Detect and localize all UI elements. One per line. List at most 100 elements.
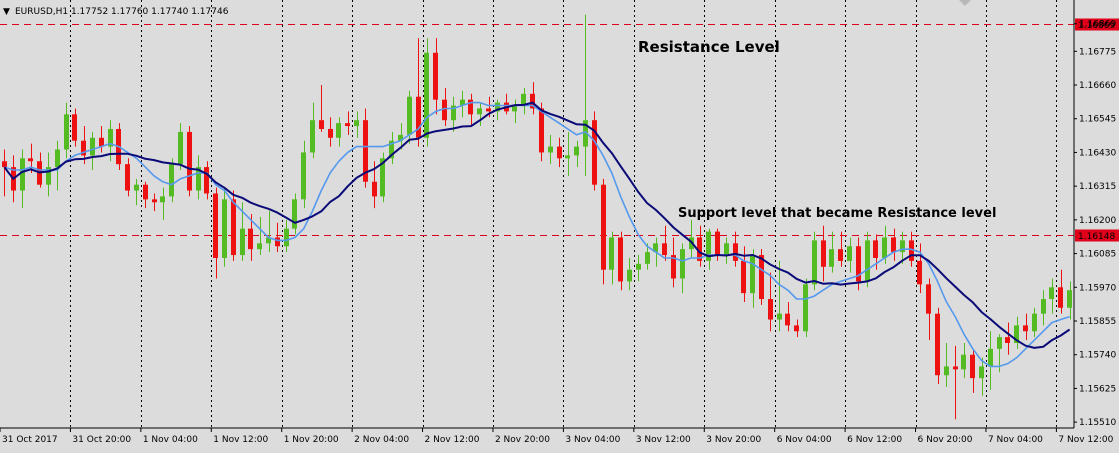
chart-header: ▼ EURUSD,H1 1.17752 1.17760 1.17740 1.17… bbox=[3, 7, 229, 17]
candle-body bbox=[891, 237, 896, 253]
candle-body bbox=[1032, 313, 1037, 332]
level-price-label: 1.16148 bbox=[1078, 232, 1115, 242]
x-tick-label: 1 Nov 12:00 bbox=[213, 435, 268, 445]
x-tick-label: 2 Nov 12:00 bbox=[425, 435, 480, 445]
y-tick-label: 1.16869 bbox=[1079, 20, 1116, 30]
candle-body bbox=[28, 158, 33, 162]
candle-body bbox=[292, 199, 297, 229]
candle bbox=[424, 38, 429, 147]
y-tick-label: 1.15625 bbox=[1079, 384, 1116, 394]
candle-body bbox=[715, 231, 720, 256]
chart-background bbox=[0, 0, 1119, 453]
x-tick-label: 3 Nov 20:00 bbox=[706, 435, 761, 445]
y-tick-label: 1.15970 bbox=[1079, 283, 1116, 293]
annotation-resistance-level: Resistance Level bbox=[638, 38, 780, 56]
candle-body bbox=[204, 167, 209, 194]
candle-body bbox=[768, 299, 773, 320]
candle-body bbox=[152, 199, 157, 203]
candle-body bbox=[416, 96, 421, 138]
candle bbox=[169, 158, 174, 203]
candle-body bbox=[944, 366, 949, 376]
candle-body bbox=[160, 196, 165, 203]
candle-body bbox=[248, 228, 253, 250]
candle-body bbox=[812, 240, 817, 285]
x-tick-label: 1 Nov 04:00 bbox=[143, 435, 198, 445]
candle-body bbox=[777, 313, 782, 320]
candle-body bbox=[917, 260, 922, 285]
candle-body bbox=[662, 243, 667, 256]
candle-body bbox=[143, 184, 148, 200]
candle-body bbox=[988, 348, 993, 367]
candle-body bbox=[169, 164, 174, 197]
price-chart: 1.168691.161481.168691.167751.166601.165… bbox=[0, 0, 1119, 453]
candle bbox=[363, 108, 368, 188]
x-tick-label: 31 Oct 2017 bbox=[2, 435, 58, 445]
candle-body bbox=[838, 249, 843, 261]
x-tick-label: 2 Nov 20:00 bbox=[495, 435, 550, 445]
candle-body bbox=[979, 366, 984, 379]
candle-body bbox=[609, 237, 614, 270]
x-tick-label: 6 Nov 12:00 bbox=[847, 435, 902, 445]
candle-body bbox=[275, 237, 280, 247]
candle-body bbox=[1067, 290, 1072, 308]
candle-body bbox=[336, 123, 341, 138]
candle-body bbox=[794, 325, 799, 332]
candle bbox=[592, 111, 597, 191]
candle-body bbox=[803, 284, 808, 332]
candle bbox=[187, 126, 192, 197]
candle-body bbox=[1005, 337, 1010, 343]
candle-body bbox=[433, 52, 438, 100]
candle-body bbox=[829, 249, 834, 267]
candle-body bbox=[935, 313, 940, 376]
x-tick-label: 7 Nov 12:00 bbox=[1058, 435, 1113, 445]
candle-body bbox=[310, 120, 315, 153]
y-tick-label: 1.15510 bbox=[1079, 418, 1116, 428]
candle-body bbox=[539, 108, 544, 153]
candle-body bbox=[1058, 287, 1063, 308]
y-tick-label: 1.16315 bbox=[1079, 182, 1116, 192]
x-tick-label: 3 Nov 12:00 bbox=[636, 435, 691, 445]
candle bbox=[803, 278, 808, 338]
chart-container: 1.16869 1.16148 1.16869 1.16775 1.16660 1.165… bbox=[0, 0, 1119, 453]
x-tick-label: 6 Nov 20:00 bbox=[918, 435, 973, 445]
candle-body bbox=[821, 240, 826, 267]
candle-body bbox=[1041, 299, 1046, 314]
y-tick-label: 1.16545 bbox=[1079, 115, 1116, 125]
annotation-support-text: Support level that became Resistance lev… bbox=[678, 206, 996, 221]
candle-body bbox=[1049, 287, 1054, 300]
candle bbox=[935, 307, 940, 385]
candle-body bbox=[873, 240, 878, 258]
candle-body bbox=[759, 255, 764, 300]
candle-body bbox=[222, 199, 227, 258]
candle bbox=[292, 193, 297, 235]
candle-body bbox=[882, 237, 887, 258]
candle-body bbox=[627, 269, 632, 282]
candle-body bbox=[372, 181, 377, 197]
candle-body bbox=[319, 120, 324, 129]
y-tick-label: 1.15855 bbox=[1079, 317, 1116, 327]
candle-body bbox=[557, 146, 562, 159]
candle-body bbox=[997, 337, 1002, 349]
candle-body bbox=[187, 131, 192, 191]
candle-body bbox=[328, 128, 333, 138]
candle-body bbox=[847, 246, 852, 261]
candle-body bbox=[90, 137, 95, 156]
candle-body bbox=[1023, 325, 1028, 332]
y-tick-label: 1.16430 bbox=[1079, 148, 1116, 158]
annotation-resistance-text: Resistance Level bbox=[638, 38, 780, 56]
x-tick-label: 1 Nov 20:00 bbox=[284, 435, 339, 445]
x-tick-label: 6 Nov 04:00 bbox=[777, 435, 832, 445]
candle-body bbox=[865, 240, 870, 282]
candle-body bbox=[301, 152, 306, 200]
candle-body bbox=[257, 243, 262, 250]
candle-body bbox=[55, 149, 60, 168]
candle-body bbox=[926, 284, 931, 314]
candle-body bbox=[574, 146, 579, 156]
candle-body bbox=[477, 108, 482, 115]
candle-body bbox=[20, 158, 25, 191]
y-tick-label: 1.16775 bbox=[1079, 47, 1116, 57]
candle-body bbox=[125, 164, 130, 191]
candle-body bbox=[645, 252, 650, 264]
y-tick-label: 1.16200 bbox=[1079, 216, 1116, 226]
x-tick-label: 3 Nov 04:00 bbox=[565, 435, 620, 445]
